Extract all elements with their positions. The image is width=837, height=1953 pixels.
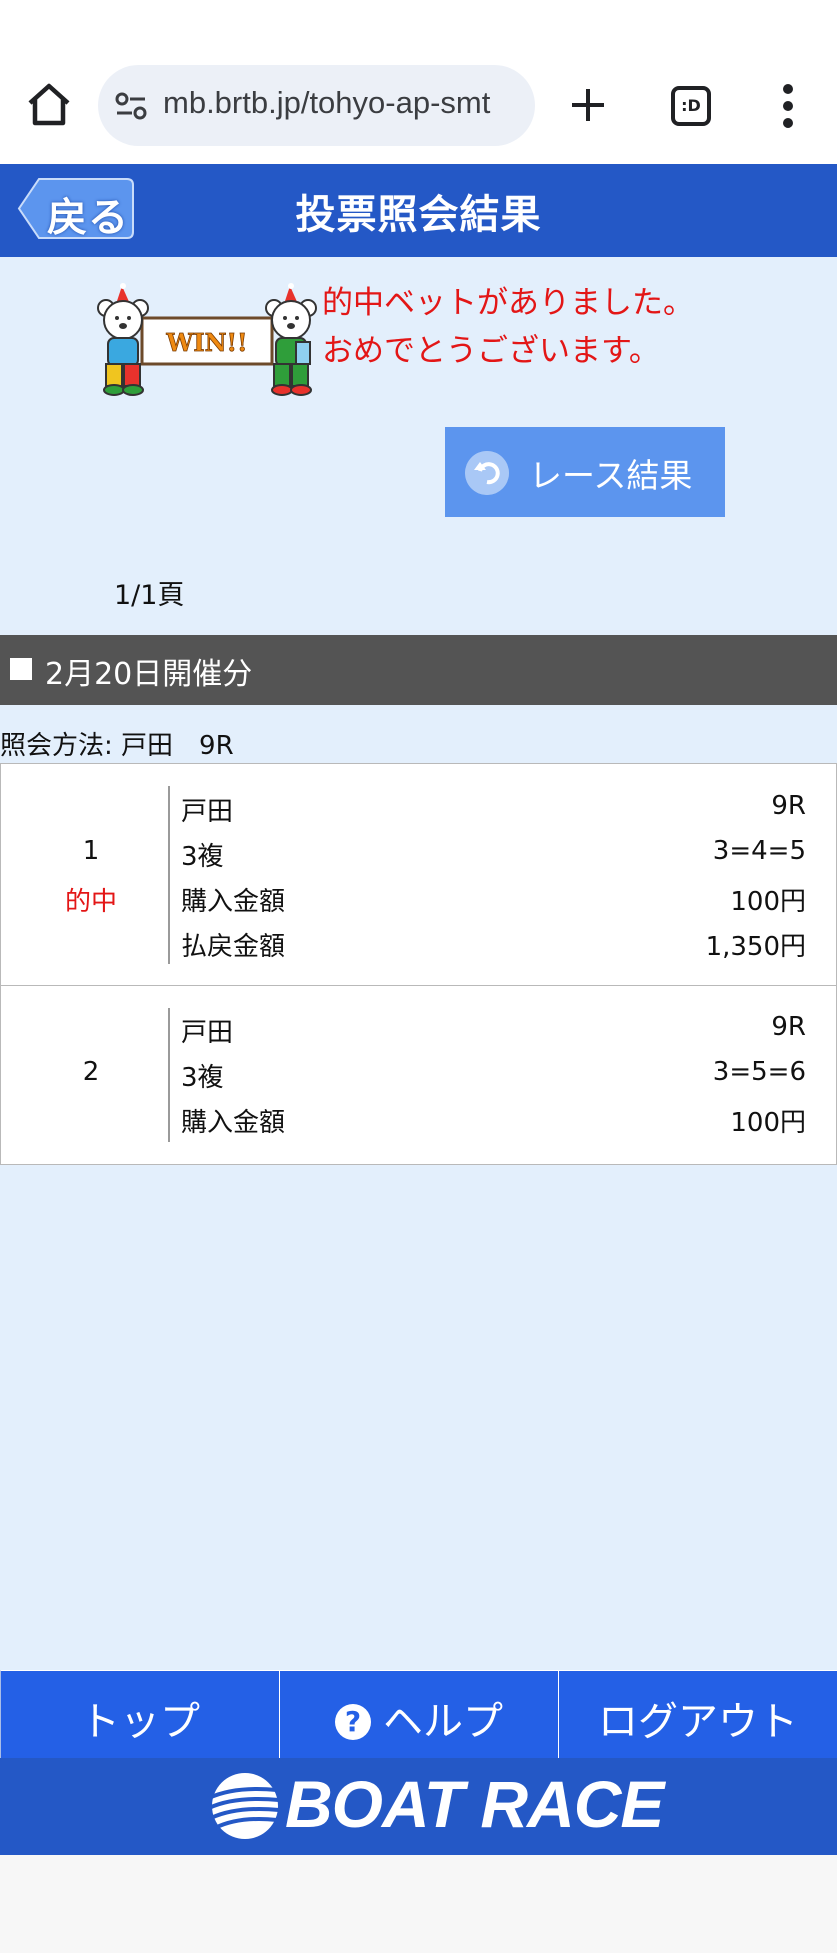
bet-number: 2 [82,1057,100,1087]
purchase-label: 購入金額 [181,887,286,917]
new-tab-icon[interactable] [568,85,608,125]
bet-table: 1 的中 戸田 9R 3複 3=4=5 購入金額 100円 払戻金額 1,350… [0,763,837,1165]
bet-row: 1 的中 戸田 9R 3複 3=4=5 購入金額 100円 払戻金額 1,350… [1,764,837,986]
more-menu-icon[interactable] [774,84,802,128]
top-label[interactable]: トップ [1,1689,279,1747]
address-bar[interactable]: mb.brtb.jp/tohyo-ap-smt [98,65,535,146]
page-indicator: 1/1頁 [114,580,185,611]
top-button[interactable]: トップ [0,1670,279,1758]
logout-label[interactable]: ログアウト [559,1689,837,1747]
combination: 3=5=6 [712,1057,806,1087]
help-label[interactable]: ヘルプ [383,1699,503,1745]
help-icon[interactable]: ? [335,1704,371,1740]
combination: 3=4=5 [712,836,806,866]
square-bullet-icon [10,658,32,680]
venue: 戸田 [181,797,234,827]
win-message: 的中ベットがありました。 おめでとうございます。 [322,279,694,375]
win-message-line-1: 的中ベットがありました。 [322,285,694,321]
purchase-label: 購入金額 [181,1108,286,1138]
race-number: 9R [771,791,806,821]
race-number: 9R [771,1012,806,1042]
page-title: 投票照会結果 [295,192,542,238]
empty-area [0,1855,837,1953]
win-bears-illustration: WIN!! [97,283,317,396]
logout-button[interactable]: ログアウト [558,1670,837,1758]
return-arrow-icon [465,451,509,495]
boat-race-logo-text: BOAT RACE [285,1767,664,1841]
bet-type: 3複 [181,842,224,872]
bet-type: 3複 [181,1063,224,1093]
footer: BOAT RACE [0,1758,837,1855]
payout-label: 払戻金額 [181,932,286,962]
url-text[interactable]: mb.brtb.jp/tohyo-ap-smt [163,85,523,121]
purchase-amount: 100円 [730,1108,806,1138]
tab-switcher-button[interactable]: :D [671,86,711,126]
hit-label: 的中 [64,887,117,917]
boat-race-logo-icon [208,1773,280,1839]
race-result-label[interactable]: レース結果 [529,449,692,497]
app-header: 戻る 投票照会結果 [0,164,837,257]
win-message-line-2: おめでとうございます。 [322,333,660,369]
main-content: WIN!! 的中ベットがありました。 おめでとうございます。 レース結果 1/1… [0,257,837,1670]
query-method: 照会方法: 戸田 9R [0,731,234,761]
payout-amount: 1,350円 [705,932,806,962]
row-divider [168,1008,170,1142]
purchase-amount: 100円 [730,887,806,917]
date-section-header: 2月20日開催分 [0,635,837,705]
venue: 戸田 [181,1018,234,1048]
browser-toolbar: mb.brtb.jp/tohyo-ap-smt :D [0,0,837,164]
help-label-wrap[interactable]: ? ヘルプ [280,1689,558,1747]
help-button[interactable]: ? ヘルプ [279,1670,558,1758]
bet-row: 2 戸田 9R 3複 3=5=6 購入金額 100円 [1,986,837,1164]
win-text: WIN!! [165,328,247,357]
bet-number: 1 [82,836,100,866]
home-icon[interactable] [26,82,72,128]
race-result-button[interactable]: レース結果 [445,427,725,517]
row-divider [168,786,170,964]
date-label: 2月20日開催分 [45,657,253,692]
site-settings-icon[interactable] [114,89,148,123]
bottom-nav: トップ ? ヘルプ ログアウト [0,1670,837,1758]
